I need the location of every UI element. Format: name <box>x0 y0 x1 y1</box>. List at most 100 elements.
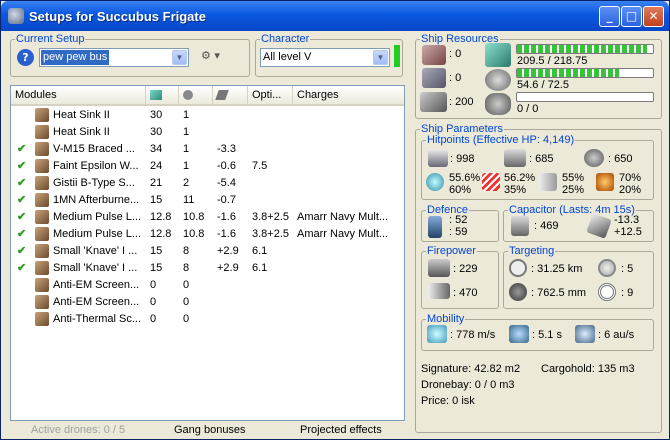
max-targets-value: : 5 <box>621 263 634 275</box>
col-cpu[interactable] <box>146 86 179 104</box>
module-name: Heat Sink II <box>53 126 110 138</box>
capacitor-delta-1: -13.3 <box>614 214 640 226</box>
col-power[interactable] <box>179 86 213 104</box>
drone-bandwidth-icon <box>485 93 511 115</box>
module-c2-cell: 0 <box>183 313 190 325</box>
module-c2-cell: 1 <box>183 143 190 155</box>
modules-table-header: Modules Opti... Charges <box>11 86 404 106</box>
table-row[interactable]: ✔ V-M15 Braced ... 34 1 -3.3 <box>11 141 404 158</box>
cpu-icon <box>150 90 162 100</box>
explosive-resist-armor: 20% <box>619 184 642 196</box>
module-c1-cell: 15 <box>150 262 163 274</box>
table-row[interactable]: Anti-EM Screen... 0 0 <box>11 277 404 294</box>
setup-tools-button[interactable]: ⚙ ▾ <box>201 49 231 65</box>
module-c1-cell: 12.8 <box>150 228 172 240</box>
minimize-button[interactable]: _ <box>599 6 620 27</box>
turret-hardpoints-value: : 0 <box>449 48 462 60</box>
sensor-strength-value: : 9 <box>621 287 634 299</box>
thermal-resist-values: 56.2% 35% <box>504 172 535 196</box>
explosive-resist-icon <box>596 173 614 191</box>
hitpoints-legend: Hitpoints (Effective HP: 4,149) <box>427 134 575 146</box>
capacitor-icon <box>215 90 229 100</box>
table-row[interactable]: ✔ Small 'Knave' I ... 15 8 +2.9 6.1 <box>11 260 404 277</box>
module-c2-cell: 11 <box>183 194 195 206</box>
module-c3-cell: -0.7 <box>217 194 236 206</box>
align-time-value: : 5.1 s <box>532 329 562 341</box>
drone-bandwidth-value: 0 / 0 <box>517 103 539 115</box>
module-charges-cell: Amarr Navy Mult... <box>297 211 389 223</box>
projected-effects-tab[interactable]: Projected effects <box>300 421 382 439</box>
module-active-check[interactable]: ✔ <box>17 192 26 209</box>
turret-hardpoint-icon <box>422 45 446 65</box>
powergrid-icon <box>183 90 193 100</box>
module-c1-cell: 30 <box>150 109 163 121</box>
table-row[interactable]: Anti-Thermal Sc... 0 0 <box>11 311 404 328</box>
module-c1-cell: 15 <box>150 194 163 206</box>
table-row[interactable]: ✔ Gistii B-Type S... 21 2 -5.4 <box>11 175 404 192</box>
module-active-check[interactable]: ✔ <box>17 158 26 175</box>
calibration-value: : 200 <box>449 96 474 108</box>
col-charges[interactable]: Charges <box>293 86 404 104</box>
table-row[interactable]: Heat Sink II 30 1 <box>11 107 404 124</box>
col-modules[interactable]: Modules <box>11 86 146 104</box>
em-resist-icon <box>426 173 444 191</box>
module-c1-cell: 12.8 <box>150 211 172 223</box>
module-name: Faint Epsilon W... <box>53 160 139 172</box>
cpu-bar-fill <box>517 45 648 53</box>
chevron-down-icon[interactable]: ▼ <box>373 50 388 65</box>
module-icon <box>35 312 49 326</box>
defence-icon <box>428 216 442 238</box>
module-c1-cell: 30 <box>150 126 163 138</box>
table-row[interactable]: ✔ Medium Pulse L... 12.8 10.8 -1.6 3.8+2.5 Ama… <box>11 226 404 243</box>
chevron-down-icon[interactable]: ▼ <box>172 50 187 65</box>
kinetic-resist-shield: 55% <box>562 172 585 184</box>
structure-hp-value: : 650 <box>608 153 633 165</box>
module-active-check[interactable]: ✔ <box>17 226 26 243</box>
kinetic-resist-values: 55% 25% <box>562 172 584 196</box>
dronebay-value: Dronebay: 0 / 0 m3 <box>421 379 515 391</box>
module-icon <box>35 210 49 224</box>
targeting-legend: Targeting <box>509 245 555 257</box>
col-cap[interactable] <box>213 86 248 104</box>
calibration-icon <box>420 92 447 112</box>
module-c3-cell: -1.6 <box>217 228 236 240</box>
module-name: Medium Pulse L... <box>53 228 142 240</box>
character-status-indicator <box>394 45 400 67</box>
table-row[interactable]: Heat Sink II 30 1 <box>11 124 404 141</box>
module-active-check[interactable]: ✔ <box>17 175 26 192</box>
module-active-check[interactable]: ✔ <box>17 141 26 158</box>
shield-hp-value: : 998 <box>450 153 475 165</box>
module-active-check[interactable]: ✔ <box>17 209 26 226</box>
table-row[interactable]: Anti-EM Screen... 0 0 <box>11 294 404 311</box>
module-c1-cell: 15 <box>150 245 163 257</box>
character-select[interactable]: All level V ▼ <box>260 48 390 67</box>
module-active-check[interactable]: ✔ <box>17 243 26 260</box>
close-button[interactable]: ✕ <box>643 6 664 27</box>
table-row[interactable]: ✔ Faint Epsilon W... 24 1 -0.6 7.5 <box>11 158 404 175</box>
title-bar[interactable]: Setups for Succubus Frigate _ □ ✕ <box>1 1 669 31</box>
powergrid-bar-fill <box>517 69 620 77</box>
module-c2-cell: 10.8 <box>183 211 205 223</box>
targeting-range-value: : 31.25 km <box>531 263 583 275</box>
table-row[interactable]: ✔ Medium Pulse L... 12.8 10.8 -1.6 3.8+2.5 Ama… <box>11 209 404 226</box>
table-row[interactable]: ✔ Small 'Knave' I ... 15 8 +2.9 6.1 <box>11 243 404 260</box>
maximize-button[interactable]: □ <box>621 6 642 27</box>
active-drones-tab[interactable]: Active drones: 0 / 5 <box>31 421 125 439</box>
window-title: Setups for Succubus Frigate <box>29 9 206 24</box>
table-row[interactable]: ✔ 1MN Afterburne... 15 11 -0.7 <box>11 192 404 209</box>
modules-table[interactable]: Modules Opti... Charges Heat Sink II 30 1 H… <box>10 85 405 421</box>
cpu-value: 209.5 / 218.75 <box>517 55 588 67</box>
module-name: V-M15 Braced ... <box>53 143 135 155</box>
module-c1-cell: 24 <box>150 160 163 172</box>
capacitor-delta-2: +12.5 <box>614 226 642 238</box>
help-icon[interactable]: ? <box>17 49 34 66</box>
explosive-resist-values: 70% 20% <box>619 172 641 196</box>
shield-hp-icon <box>428 149 448 167</box>
gang-bonuses-tab[interactable]: Gang bonuses <box>174 421 246 439</box>
armor-hp-value: : 685 <box>529 153 554 165</box>
module-name: Anti-EM Screen... <box>53 279 140 291</box>
col-optimal[interactable]: Opti... <box>248 86 293 104</box>
setup-select[interactable]: pew pew bus ▼ <box>39 48 189 67</box>
module-active-check[interactable]: ✔ <box>17 260 26 277</box>
capacitor-amount-value: : 469 <box>534 220 559 232</box>
